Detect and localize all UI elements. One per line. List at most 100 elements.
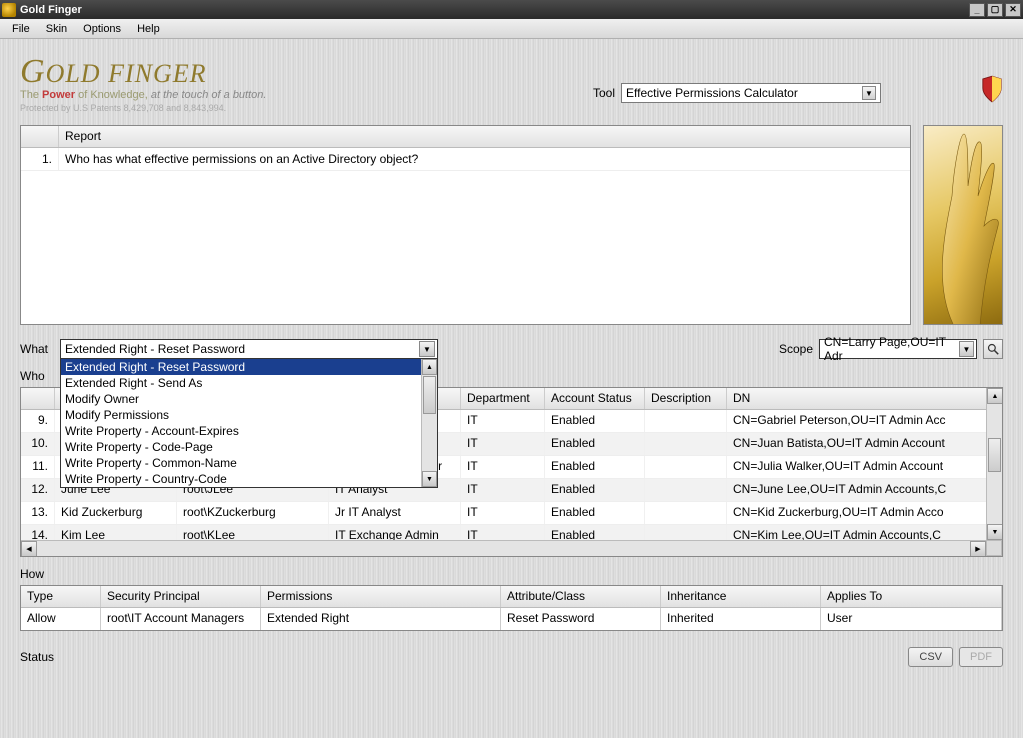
- what-label: What: [20, 342, 54, 356]
- patent-notice: Protected by U.S Patents 8,429,708 and 8…: [20, 103, 593, 113]
- dropdown-scrollbar[interactable]: ▲ ▼: [421, 359, 437, 487]
- who-col-dept[interactable]: Department: [461, 388, 545, 409]
- menu-skin[interactable]: Skin: [38, 21, 75, 37]
- who-cell-desc: [645, 479, 727, 501]
- who-cell-acct: root\KZuckerburg: [177, 502, 329, 524]
- scroll-thumb[interactable]: [423, 376, 436, 414]
- what-option[interactable]: Extended Right - Reset Password: [61, 359, 437, 375]
- how-cell-inh: Inherited: [661, 608, 821, 630]
- who-cell-dept: IT: [461, 502, 545, 524]
- report-grid: Report 1. Who has what effective permiss…: [20, 125, 911, 325]
- brand-tagline: The Power of Knowledge, at the touch of …: [20, 89, 593, 101]
- menu-file[interactable]: File: [4, 21, 38, 37]
- brand-logo-text: GOLD FINGER: [20, 53, 593, 91]
- window-title: Gold Finger: [20, 4, 82, 16]
- report-col-number: [21, 126, 59, 147]
- what-option[interactable]: Extended Right - Send As: [61, 375, 437, 391]
- scroll-thumb[interactable]: [988, 438, 1001, 472]
- menu-options[interactable]: Options: [75, 21, 129, 37]
- tool-select[interactable]: Effective Permissions Calculator ▼: [621, 83, 881, 103]
- csv-button[interactable]: CSV: [908, 647, 953, 667]
- who-col-num[interactable]: [21, 388, 55, 409]
- report-row-number: 1.: [21, 148, 59, 170]
- who-col-desc[interactable]: Description: [645, 388, 727, 409]
- minimize-button[interactable]: _: [969, 3, 985, 17]
- who-cell-name: Kid Zuckerburg: [55, 502, 177, 524]
- scope-combo[interactable]: CN=Larry Page,OU=IT Adr ▼: [819, 339, 977, 359]
- what-option[interactable]: Modify Permissions: [61, 407, 437, 423]
- chevron-down-icon[interactable]: ▼: [959, 341, 974, 357]
- who-cell-stat: Enabled: [545, 433, 645, 455]
- who-vertical-scrollbar[interactable]: ▲ ▼: [986, 388, 1002, 540]
- gold-hand-image: [923, 125, 1003, 325]
- shield-icon: [981, 75, 1003, 103]
- who-cell-n: 10.: [21, 433, 55, 455]
- how-table: Type Security Principal Permissions Attr…: [20, 585, 1003, 631]
- who-cell-n: 13.: [21, 502, 55, 524]
- how-cell-app: User: [821, 608, 1002, 630]
- how-cell-attr: Reset Password: [501, 608, 661, 630]
- scope-combo-value: CN=Larry Page,OU=IT Adr: [824, 335, 959, 363]
- scroll-down-icon[interactable]: ▼: [422, 471, 437, 487]
- status-label: Status: [20, 650, 902, 664]
- tool-label: Tool: [593, 86, 615, 100]
- scroll-left-icon[interactable]: ◀: [21, 541, 37, 557]
- how-row[interactable]: Allow root\IT Account Managers Extended …: [21, 608, 1002, 630]
- what-option[interactable]: Write Property - Country-Code: [61, 471, 437, 487]
- how-col-app[interactable]: Applies To: [821, 586, 1002, 607]
- chevron-down-icon[interactable]: ▼: [862, 86, 876, 100]
- scroll-up-icon[interactable]: ▲: [422, 359, 437, 375]
- who-horizontal-scrollbar[interactable]: ◀ ▶: [21, 540, 1002, 556]
- who-cell-title: Jr IT Analyst: [329, 502, 461, 524]
- what-combo-value: Extended Right - Reset Password: [65, 342, 245, 356]
- who-cell-dn: CN=Julia Walker,OU=IT Admin Account: [727, 456, 1002, 478]
- how-label: How: [20, 567, 1003, 581]
- maximize-button[interactable]: ▢: [987, 3, 1003, 17]
- who-cell-dept: IT: [461, 479, 545, 501]
- table-row[interactable]: 13.Kid Zuckerburgroot\KZuckerburgJr IT A…: [21, 502, 1002, 525]
- who-cell-dept: IT: [461, 433, 545, 455]
- who-cell-dn: CN=June Lee,OU=IT Admin Accounts,C: [727, 479, 1002, 501]
- who-col-dn[interactable]: DN: [727, 388, 1002, 409]
- how-col-sp[interactable]: Security Principal: [101, 586, 261, 607]
- menu-help[interactable]: Help: [129, 21, 168, 37]
- what-dropdown[interactable]: Extended Right - Reset Password Extended…: [60, 358, 438, 488]
- who-cell-dn: CN=Gabriel Peterson,OU=IT Admin Acc: [727, 410, 1002, 432]
- chevron-down-icon[interactable]: ▼: [419, 341, 435, 357]
- app-icon: [2, 3, 16, 17]
- who-col-stat[interactable]: Account Status: [545, 388, 645, 409]
- report-row-text: Who has what effective permissions on an…: [59, 148, 910, 170]
- who-cell-desc: [645, 410, 727, 432]
- scope-label: Scope: [779, 342, 813, 356]
- search-button[interactable]: [983, 339, 1003, 359]
- how-cell-sp: root\IT Account Managers: [101, 608, 261, 630]
- what-option[interactable]: Write Property - Account-Expires: [61, 423, 437, 439]
- tool-select-value: Effective Permissions Calculator: [626, 86, 798, 100]
- how-col-attr[interactable]: Attribute/Class: [501, 586, 661, 607]
- who-cell-desc: [645, 456, 727, 478]
- who-cell-desc: [645, 433, 727, 455]
- who-cell-stat: Enabled: [545, 410, 645, 432]
- pdf-button[interactable]: PDF: [959, 647, 1003, 667]
- how-col-inh[interactable]: Inheritance: [661, 586, 821, 607]
- what-option[interactable]: Write Property - Common-Name: [61, 455, 437, 471]
- how-col-type[interactable]: Type: [21, 586, 101, 607]
- report-row[interactable]: 1. Who has what effective permissions on…: [21, 148, 910, 171]
- who-cell-dept: IT: [461, 410, 545, 432]
- search-icon: [987, 343, 999, 355]
- scroll-down-icon[interactable]: ▼: [987, 524, 1003, 540]
- who-cell-stat: Enabled: [545, 456, 645, 478]
- close-button[interactable]: ✕: [1005, 3, 1021, 17]
- what-combo[interactable]: Extended Right - Reset Password ▼: [60, 339, 438, 359]
- what-option[interactable]: Write Property - Code-Page: [61, 439, 437, 455]
- what-option[interactable]: Modify Owner: [61, 391, 437, 407]
- scroll-corner: [986, 540, 1002, 556]
- scroll-up-icon[interactable]: ▲: [987, 388, 1003, 404]
- who-cell-desc: [645, 502, 727, 524]
- who-cell-n: 12.: [21, 479, 55, 501]
- who-cell-dn: CN=Juan Batista,OU=IT Admin Account: [727, 433, 1002, 455]
- brand-block: GOLD FINGER The Power of Knowledge, at t…: [20, 53, 593, 113]
- who-cell-dept: IT: [461, 456, 545, 478]
- how-col-perm[interactable]: Permissions: [261, 586, 501, 607]
- scroll-right-icon[interactable]: ▶: [970, 541, 986, 557]
